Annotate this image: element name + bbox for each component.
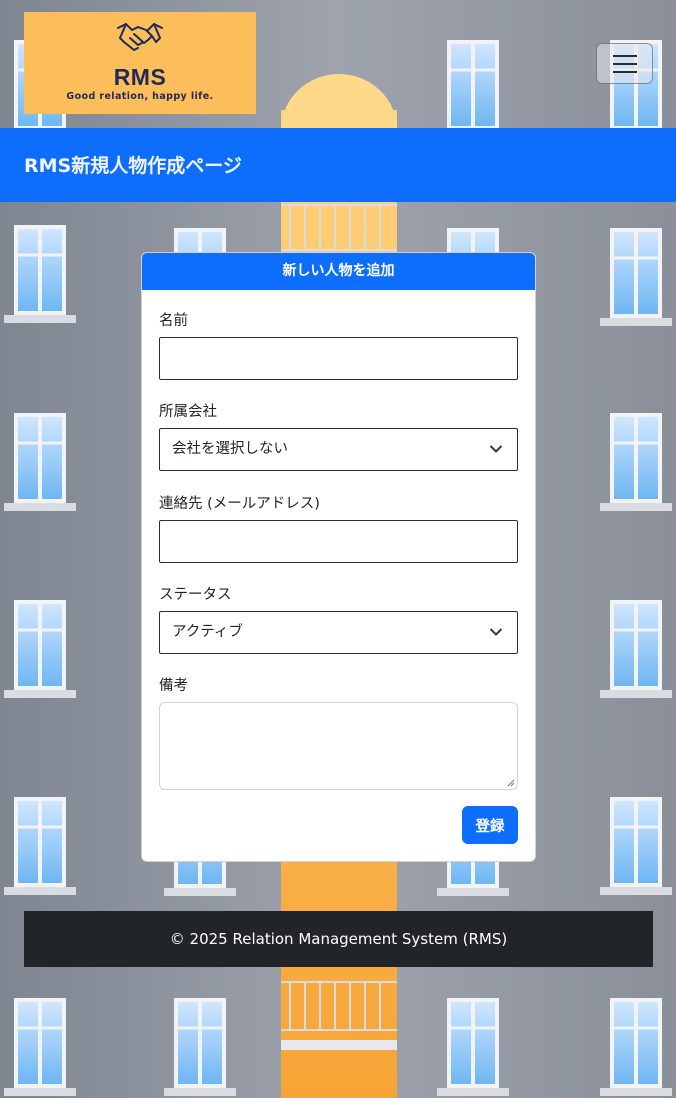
company-select-value: 会社を選択しない <box>172 441 288 457</box>
status-select[interactable]: アクティブ <box>159 611 518 654</box>
chevron-down-icon <box>489 445 503 453</box>
company-select[interactable]: 会社を選択しない <box>159 428 518 471</box>
status-label: ステータス <box>159 587 232 603</box>
page-title: RMS新規人物作成ページ <box>24 155 242 177</box>
resize-grip-icon[interactable] <box>507 779 515 787</box>
card-title: 新しい人物を追加 <box>142 253 535 290</box>
handshake-icon <box>117 23 163 51</box>
register-button[interactable]: 登録 <box>462 806 518 844</box>
name-input[interactable] <box>159 337 518 380</box>
chevron-down-icon <box>489 628 503 636</box>
navbar: RMS Good relation, happy life. <box>0 0 676 128</box>
contact-label: 連絡先 (メールアドレス) <box>159 496 320 512</box>
brand-tagline: Good relation, happy life. <box>66 91 214 102</box>
brand-logo[interactable]: RMS Good relation, happy life. <box>24 12 256 114</box>
footer: © 2025 Relation Management System (RMS) <box>24 911 653 967</box>
status-select-value: アクティブ <box>172 624 243 640</box>
name-label: 名前 <box>159 313 188 329</box>
hamburger-menu-button[interactable] <box>596 43 653 84</box>
brand-title: RMS <box>113 64 167 90</box>
email-field[interactable] <box>159 520 518 563</box>
notes-textarea[interactable] <box>159 702 518 790</box>
add-person-form-card: 新しい人物を追加 名前 所属会社 会社を選択しない 連絡先 (メールアドレス) … <box>141 252 536 862</box>
notes-label: 備考 <box>159 678 188 694</box>
hamburger-menu-icon <box>613 55 637 57</box>
company-label: 所属会社 <box>159 404 217 420</box>
footer-copyright: © 2025 Relation Management System (RMS) <box>169 930 508 948</box>
page-header: RMS新規人物作成ページ <box>0 128 676 202</box>
